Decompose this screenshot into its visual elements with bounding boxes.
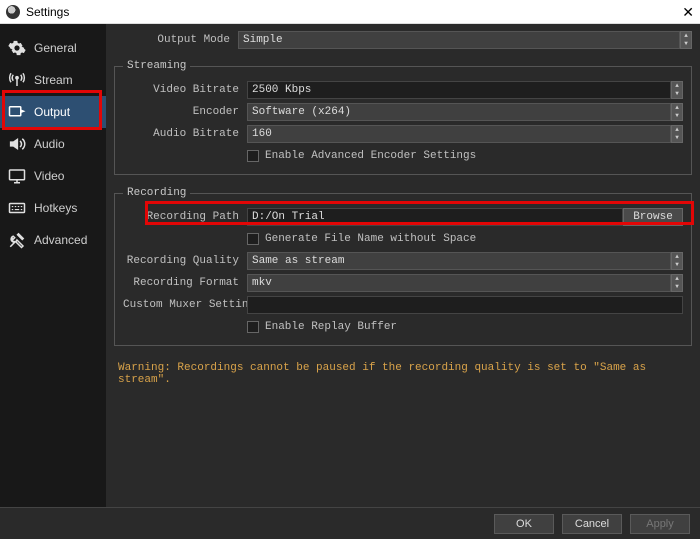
- replay-buffer-row: Enable Replay Buffer: [123, 317, 683, 337]
- sidebar-item-label: Output: [34, 105, 70, 119]
- titlebar: Settings ✕: [0, 0, 700, 24]
- recording-group: Recording Recording Path Browse Generate…: [114, 187, 692, 346]
- recording-format-row: Recording Format mkv ▲▼: [123, 273, 683, 293]
- recording-quality-label: Recording Quality: [123, 255, 247, 267]
- sidebar-item-video[interactable]: Video: [0, 160, 106, 192]
- sidebar-item-audio[interactable]: Audio: [0, 128, 106, 160]
- close-button[interactable]: ✕: [682, 5, 694, 19]
- warning-text: Warning: Recordings cannot be paused if …: [114, 354, 692, 386]
- antenna-icon: [8, 71, 26, 89]
- browse-button[interactable]: Browse: [623, 208, 683, 226]
- sidebar-item-label: Hotkeys: [34, 201, 77, 215]
- streaming-group: Streaming Video Bitrate ▲▼ Encoder Softw…: [114, 60, 692, 175]
- apply-button[interactable]: Apply: [630, 514, 690, 534]
- body: General Stream Output Audio: [0, 24, 700, 507]
- encoder-value: Software (x264): [252, 106, 351, 118]
- tools-icon: [8, 231, 26, 249]
- no-space-checkbox[interactable]: [247, 233, 259, 245]
- recording-format-stepper[interactable]: ▲▼: [671, 274, 683, 292]
- custom-muxer-row: Custom Muxer Settings: [123, 295, 683, 315]
- audio-bitrate-select[interactable]: 160: [247, 125, 671, 143]
- output-mode-row: Output Mode Simple ▲▼: [114, 30, 692, 50]
- keyboard-icon: [8, 199, 26, 217]
- output-mode-value: Simple: [243, 34, 283, 46]
- cancel-button[interactable]: Cancel: [562, 514, 622, 534]
- video-bitrate-row: Video Bitrate ▲▼: [123, 80, 683, 100]
- encoder-stepper[interactable]: ▲▼: [671, 103, 683, 121]
- sidebar-item-label: Audio: [34, 137, 65, 151]
- recording-legend: Recording: [123, 187, 190, 199]
- button-bar: OK Cancel Apply: [0, 507, 700, 539]
- encoder-row: Encoder Software (x264) ▲▼: [123, 102, 683, 122]
- replay-buffer-checkbox[interactable]: [247, 321, 259, 333]
- enable-advanced-row: Enable Advanced Encoder Settings: [123, 146, 683, 166]
- recording-format-label: Recording Format: [123, 277, 247, 289]
- streaming-legend: Streaming: [123, 60, 190, 72]
- recording-quality-select[interactable]: Same as stream: [247, 252, 671, 270]
- sidebar-item-label: Stream: [34, 73, 73, 87]
- no-space-row: Generate File Name without Space: [123, 229, 683, 249]
- main: Output Mode Simple ▲▼ Streaming Video Bi…: [106, 24, 700, 507]
- gear-icon: [8, 39, 26, 57]
- sidebar-item-advanced[interactable]: Advanced: [0, 224, 106, 256]
- sidebar-item-output[interactable]: Output: [0, 96, 106, 128]
- output-mode-stepper[interactable]: ▲▼: [680, 31, 692, 49]
- recording-quality-row: Recording Quality Same as stream ▲▼: [123, 251, 683, 271]
- output-mode-label: Output Mode: [114, 34, 238, 46]
- sidebar-item-label: General: [34, 41, 77, 55]
- encoder-label: Encoder: [123, 106, 247, 118]
- enable-advanced-checkbox[interactable]: [247, 150, 259, 162]
- sidebar-item-label: Video: [34, 169, 64, 183]
- video-bitrate-stepper[interactable]: ▲▼: [671, 81, 683, 99]
- recording-format-select[interactable]: mkv: [247, 274, 671, 292]
- recording-format-value: mkv: [252, 277, 272, 289]
- audio-bitrate-label: Audio Bitrate: [123, 128, 247, 140]
- output-icon: [8, 103, 26, 121]
- audio-bitrate-value: 160: [252, 128, 272, 140]
- ok-button[interactable]: OK: [494, 514, 554, 534]
- speaker-icon: [8, 135, 26, 153]
- video-bitrate-input[interactable]: [247, 81, 671, 99]
- no-space-label: Generate File Name without Space: [265, 233, 476, 245]
- sidebar-item-label: Advanced: [34, 233, 87, 247]
- recording-quality-value: Same as stream: [252, 255, 344, 267]
- video-bitrate-label: Video Bitrate: [123, 84, 247, 96]
- recording-path-row: Recording Path Browse: [123, 207, 683, 227]
- custom-muxer-label: Custom Muxer Settings: [123, 299, 247, 311]
- audio-bitrate-stepper[interactable]: ▲▼: [671, 125, 683, 143]
- sidebar-item-hotkeys[interactable]: Hotkeys: [0, 192, 106, 224]
- audio-bitrate-row: Audio Bitrate 160 ▲▼: [123, 124, 683, 144]
- enable-advanced-label: Enable Advanced Encoder Settings: [265, 150, 476, 162]
- monitor-icon: [8, 167, 26, 185]
- custom-muxer-input[interactable]: [247, 296, 683, 314]
- recording-quality-stepper[interactable]: ▲▼: [671, 252, 683, 270]
- settings-window: Settings ✕ General Stream Output: [0, 0, 700, 539]
- sidebar: General Stream Output Audio: [0, 24, 106, 507]
- sidebar-item-general[interactable]: General: [0, 32, 106, 64]
- encoder-select[interactable]: Software (x264): [247, 103, 671, 121]
- window-title: Settings: [26, 5, 69, 19]
- recording-path-label: Recording Path: [123, 211, 247, 223]
- output-mode-select[interactable]: Simple: [238, 31, 680, 49]
- obs-logo-icon: [6, 5, 20, 19]
- recording-path-input[interactable]: [247, 208, 623, 226]
- sidebar-item-stream[interactable]: Stream: [0, 64, 106, 96]
- replay-buffer-label: Enable Replay Buffer: [265, 321, 397, 333]
